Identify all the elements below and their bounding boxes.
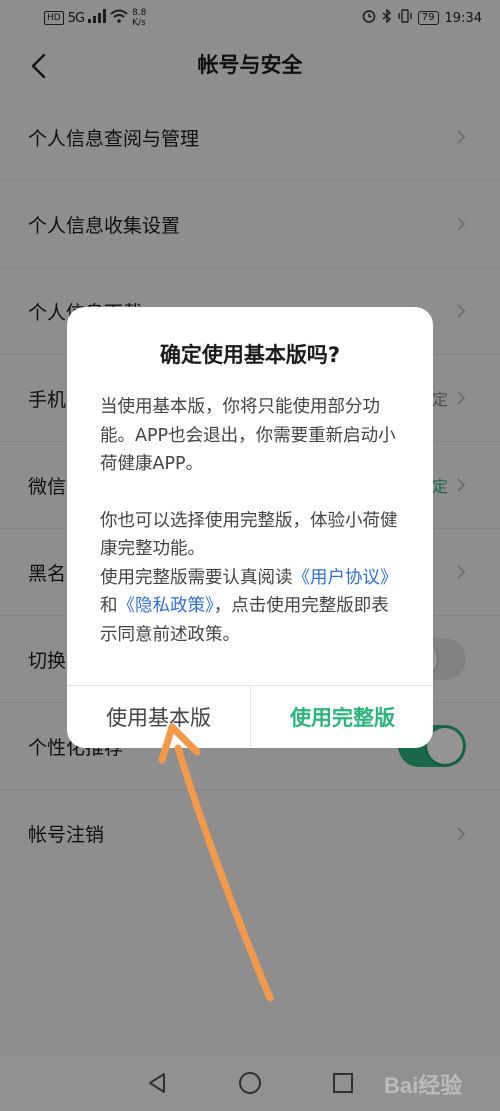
use-basic-version-button[interactable]: 使用基本版 bbox=[67, 686, 250, 748]
dialog-paragraph-3: 使用完整版需要认真阅读《用户协议》和《隐私政策》，点击使用完整版即表示同意前述政… bbox=[100, 564, 405, 650]
dialog-paragraph-1: 当使用基本版，你将只能使用部分功能。APP也会退出，你需要重新启动小荷健康APP… bbox=[100, 397, 396, 474]
dialog-body: 当使用基本版，你将只能使用部分功能。APP也会退出，你需要重新启动小荷健康APP… bbox=[100, 393, 405, 649]
confirm-basic-mode-dialog: 确定使用基本版吗? 当使用基本版，你将只能使用部分功能。APP也会退出，你需要重… bbox=[67, 307, 433, 748]
app-screen: HD 5G 8.8 K/s 79 19:34 帐号与安全 个人信息查阅与管理 个… bbox=[0, 0, 500, 1111]
user-agreement-link[interactable]: 《用户协议》 bbox=[293, 568, 398, 588]
para3-pre: 使用完整版需要认真阅读 bbox=[100, 567, 293, 588]
dialog-title: 确定使用基本版吗? bbox=[159, 343, 341, 367]
privacy-policy-link[interactable]: 《隐私政策》 bbox=[118, 596, 214, 616]
para3-and: 和 bbox=[100, 596, 118, 616]
dialog-paragraph-2: 你也可以选择使用完整版，体验小荷健康完整功能。 bbox=[100, 510, 398, 560]
baidu-jingyan-watermark: Bai经验 bbox=[384, 1073, 463, 1098]
use-full-version-button[interactable]: 使用完整版 bbox=[251, 686, 433, 748]
